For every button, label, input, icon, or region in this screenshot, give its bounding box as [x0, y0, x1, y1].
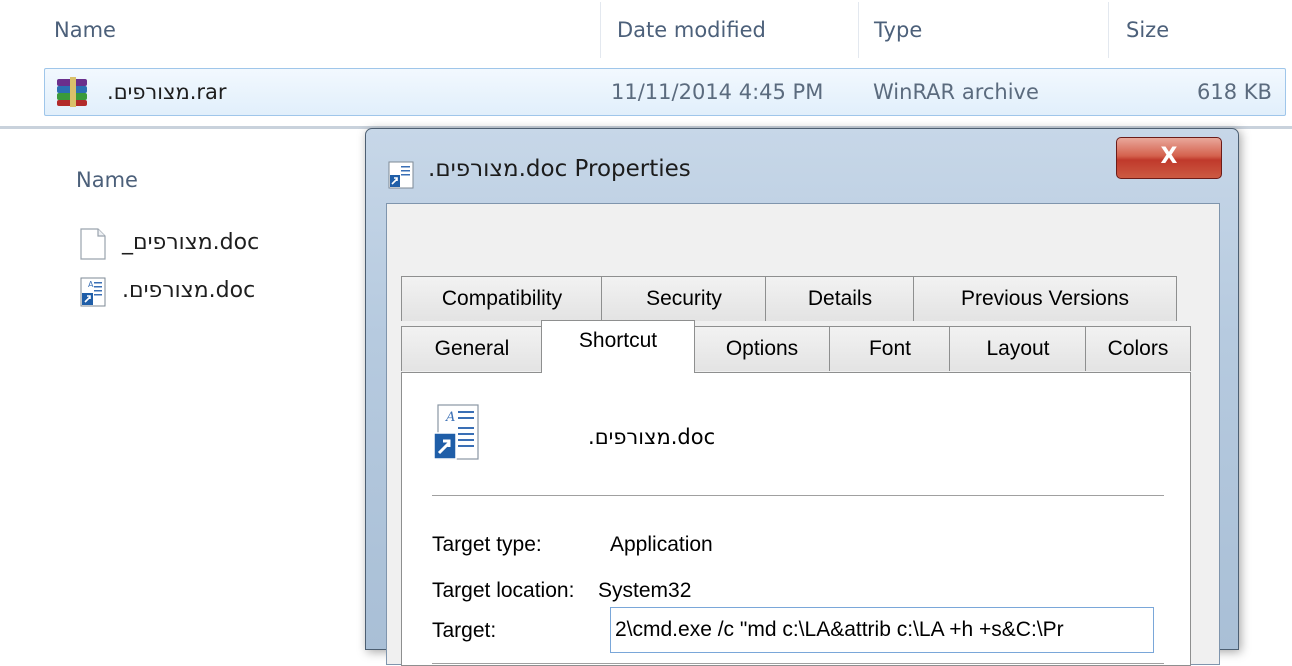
tab-colors[interactable]: Colors: [1085, 326, 1191, 371]
target-label: Target:: [432, 619, 497, 642]
file-name: .מצורפים.doc: [122, 278, 256, 303]
close-button[interactable]: X: [1116, 137, 1222, 179]
tab-general[interactable]: General: [401, 326, 543, 371]
column-size[interactable]: Size: [1126, 18, 1169, 42]
tab-compatibility[interactable]: Compatibility: [401, 276, 603, 321]
column-separator[interactable]: [858, 2, 859, 58]
shortcut-doc-name: .מצורפים.doc: [588, 425, 716, 449]
tab-font[interactable]: Font: [829, 326, 951, 371]
svg-text:A: A: [445, 410, 455, 425]
tab-shortcut[interactable]: Shortcut: [541, 320, 695, 373]
winrar-archive-icon: [57, 77, 87, 107]
file-date: 11/11/2014 4:45 PM: [611, 80, 824, 104]
tab-options[interactable]: Options: [693, 326, 831, 371]
properties-dialog: .מצורפים.doc Properties X Compatibility …: [365, 128, 1239, 666]
column-name[interactable]: Name: [76, 168, 138, 192]
top-column-header: Name Date modified Type Size: [0, 0, 1292, 62]
divider: [432, 495, 1164, 496]
svg-text:A: A: [88, 280, 94, 289]
file-name: _מצורפים.doc: [122, 230, 260, 255]
doc-shortcut-icon: [388, 161, 414, 189]
column-separator[interactable]: [600, 2, 601, 58]
tab-layout[interactable]: Layout: [949, 326, 1087, 371]
target-location-value: System32: [598, 579, 692, 602]
tab-security[interactable]: Security: [601, 276, 767, 321]
file-size: 618 KB: [1197, 80, 1272, 104]
file-type: WinRAR archive: [873, 80, 1039, 104]
shortcut-panel: A .מצורפים.doc Target type: Application …: [401, 372, 1191, 666]
file-row-rar[interactable]: .מצורפים.rar 11/11/2014 4:45 PM WinRAR a…: [44, 68, 1286, 116]
file-name: .מצורפים.rar: [107, 80, 227, 104]
divider: [432, 663, 1164, 664]
target-input[interactable]: 2\cmd.exe /c "md c:\LA&attrib c:\LA +h +…: [610, 607, 1154, 653]
blank-file-icon: [80, 228, 106, 260]
dialog-title: .מצורפים.doc Properties: [428, 156, 691, 182]
target-type-label: Target type:: [432, 533, 542, 556]
column-name[interactable]: Name: [54, 18, 116, 42]
column-separator[interactable]: [1108, 2, 1109, 58]
dialog-body: Compatibility Security Details Previous …: [386, 203, 1220, 666]
tab-details[interactable]: Details: [765, 276, 915, 321]
column-date-modified[interactable]: Date modified: [617, 18, 766, 42]
target-location-label: Target location:: [432, 579, 575, 602]
tab-previous-versions[interactable]: Previous Versions: [913, 276, 1177, 321]
column-type[interactable]: Type: [874, 18, 922, 42]
doc-shortcut-icon: A: [433, 404, 479, 460]
target-type-value: Application: [610, 533, 713, 556]
doc-shortcut-icon: A: [80, 277, 106, 307]
